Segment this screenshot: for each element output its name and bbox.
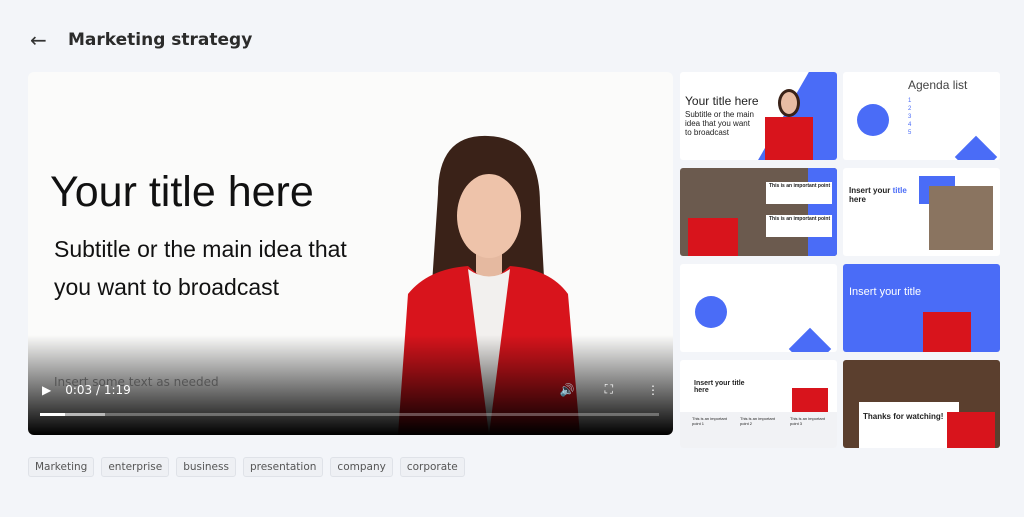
- slide-thumbnails: Your title here Subtitle or the main ide…: [680, 72, 1000, 448]
- thumbnail-4[interactable]: Insert your title here: [843, 168, 1000, 256]
- time-display: 0:03 / 1:19: [65, 382, 131, 397]
- tag[interactable]: corporate: [399, 457, 465, 477]
- back-arrow-icon[interactable]: ←: [30, 28, 54, 52]
- thumb-title: Your title here: [685, 94, 759, 108]
- thumbnail-6[interactable]: Insert your title: [843, 264, 1000, 352]
- slide-title: Your title here: [50, 168, 314, 216]
- thumb-point: This is an important point: [769, 183, 831, 189]
- thumbnail-2[interactable]: Agenda list 1 2 3 4 5: [843, 72, 1000, 160]
- volume-icon[interactable]: 🔊: [560, 383, 575, 397]
- thumb-title: Insert your title: [849, 286, 922, 298]
- thumbnail-1[interactable]: Your title here Subtitle or the main ide…: [680, 72, 837, 160]
- play-icon[interactable]: ▶: [42, 383, 51, 397]
- progress-bar: [40, 413, 65, 416]
- tag[interactable]: business: [176, 457, 236, 477]
- video-player[interactable]: Your title here Subtitle or the main ide…: [28, 72, 673, 435]
- thumbnail-5[interactable]: [680, 264, 837, 352]
- slide-subtitle: Subtitle or the main idea that you want …: [54, 236, 347, 300]
- thumb-title: Agenda list: [908, 78, 968, 92]
- more-options-icon[interactable]: ⋮: [647, 383, 659, 397]
- thumb-subtitle: Subtitle or the main idea that you want …: [685, 110, 754, 137]
- tag[interactable]: presentation: [242, 457, 324, 477]
- player-controls: ▶ 0:03 / 1:19 🔊 ⛶ ⋮: [42, 382, 659, 397]
- tag[interactable]: company: [330, 457, 393, 477]
- thumbnail-7[interactable]: Insert your title here This is an import…: [680, 360, 837, 448]
- thumb-title: Insert your title here: [694, 380, 745, 394]
- thumbnail-3[interactable]: This is an important point This is an im…: [680, 168, 837, 256]
- tag[interactable]: enterprise: [101, 457, 170, 477]
- tag-list: Marketing enterprise business presentati…: [28, 457, 465, 477]
- fullscreen-icon[interactable]: ⛶: [605, 382, 613, 397]
- tag[interactable]: Marketing: [28, 457, 95, 477]
- header: ← Marketing strategy: [30, 28, 252, 52]
- agenda-numbers: 1 2 3 4 5: [908, 98, 912, 136]
- seek-bar[interactable]: [40, 413, 659, 416]
- thumb-point: This is an important point: [769, 216, 831, 222]
- thumbnail-8[interactable]: Thanks for watching!: [843, 360, 1000, 448]
- thumb-title: Thanks for watching!: [863, 412, 944, 421]
- page-title: Marketing strategy: [68, 30, 253, 50]
